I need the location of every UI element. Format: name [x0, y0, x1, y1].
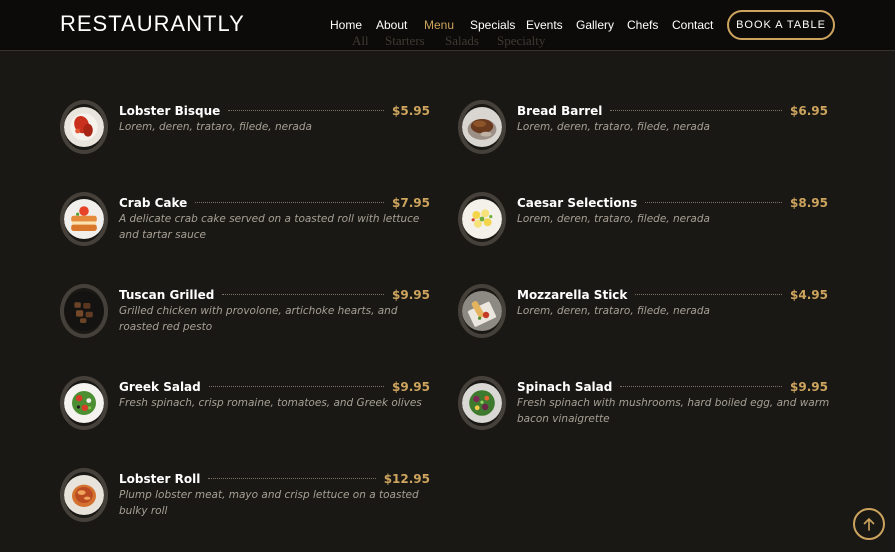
- item-price: $12.95: [383, 472, 430, 486]
- dot-leader: [222, 293, 385, 295]
- dot-leader: [620, 385, 783, 387]
- item-name: Lobster Bisque: [119, 104, 221, 118]
- nav-contact[interactable]: Contact: [672, 18, 713, 32]
- nav-menu[interactable]: Menu: [424, 18, 454, 32]
- site-logo[interactable]: RESTAURANTLY: [60, 11, 245, 37]
- menu-item: Lobster Bisque $5.95 Lorem, deren, tratar…: [60, 100, 436, 180]
- menu-item: Tuscan Grilled $9.95 Grilled chicken with…: [60, 284, 436, 364]
- item-price: $7.95: [392, 196, 430, 210]
- item-name: Spinach Salad: [517, 380, 613, 394]
- lobster-roll-dish-icon: [60, 468, 108, 522]
- dot-leader: [208, 477, 376, 479]
- item-price: $8.95: [790, 196, 828, 210]
- filter-starters[interactable]: Starters: [385, 33, 425, 49]
- nav-specials[interactable]: Specials: [470, 18, 515, 32]
- spinach-salad-dish-icon: [458, 376, 506, 430]
- dot-leader: [208, 385, 385, 387]
- greek-salad-dish-icon: [60, 376, 108, 430]
- dot-leader: [635, 293, 783, 295]
- item-description: A delicate crab cake served on a toasted…: [119, 213, 420, 241]
- dot-leader: [610, 109, 783, 111]
- item-name: Lobster Roll: [119, 472, 201, 486]
- filter-salads[interactable]: Salads: [445, 33, 479, 49]
- dot-leader: [645, 201, 783, 203]
- nav-chefs[interactable]: Chefs: [627, 18, 658, 32]
- mozzarella-stick-dish-icon: [458, 284, 506, 338]
- item-description: Fresh spinach with mushrooms, hard boile…: [517, 397, 830, 425]
- crab-cake-dish-icon: [60, 192, 108, 246]
- item-price: $9.95: [392, 380, 430, 394]
- bread-barrel-dish-icon: [458, 100, 506, 154]
- menu-item: Bread Barrel $6.95 Lorem, deren, trataro,…: [458, 100, 834, 180]
- item-description: Lorem, deren, trataro, filede, nerada: [119, 121, 312, 133]
- menu-item: Greek Salad $9.95 Fresh spinach, crisp ro…: [60, 376, 436, 456]
- dot-leader: [195, 201, 385, 203]
- scroll-to-top-button[interactable]: [853, 508, 885, 540]
- menu-item: Spinach Salad $9.95 Fresh spinach with mu…: [458, 376, 834, 456]
- nav-about[interactable]: About: [376, 18, 407, 32]
- menu-item: Mozzarella Stick $4.95 Lorem, deren, trat…: [458, 284, 834, 364]
- item-name: Bread Barrel: [517, 104, 603, 118]
- item-price: $9.95: [790, 380, 828, 394]
- item-description: Fresh spinach, crisp romaine, tomatoes, …: [119, 397, 422, 409]
- tuscan-grilled-dish-icon: [60, 284, 108, 338]
- item-price: $6.95: [790, 104, 828, 118]
- filter-all[interactable]: All: [352, 33, 369, 49]
- book-table-button[interactable]: BOOK A TABLE: [727, 10, 835, 40]
- filter-specialty[interactable]: Specialty: [497, 33, 545, 49]
- item-description: Plump lobster meat, mayo and crisp lettu…: [119, 489, 419, 517]
- arrow-up-icon: [863, 518, 875, 531]
- lobster-bisque-dish-icon: [60, 100, 108, 154]
- item-description: Lorem, deren, trataro, filede, nerada: [517, 305, 710, 317]
- item-price: $5.95: [392, 104, 430, 118]
- item-description: Lorem, deren, trataro, filede, nerada: [517, 121, 710, 133]
- item-name: Crab Cake: [119, 196, 188, 210]
- dot-leader: [228, 109, 385, 111]
- menu-item: Caesar Selections $8.95 Lorem, deren, tra…: [458, 192, 834, 272]
- item-name: Tuscan Grilled: [119, 288, 215, 302]
- item-description: Grilled chicken with provolone, artichok…: [119, 305, 398, 333]
- item-name: Mozzarella Stick: [517, 288, 628, 302]
- nav-gallery[interactable]: Gallery: [576, 18, 614, 32]
- item-name: Caesar Selections: [517, 196, 638, 210]
- nav-home[interactable]: Home: [330, 18, 362, 32]
- caesar-salad-dish-icon: [458, 192, 506, 246]
- nav-events[interactable]: Events: [526, 18, 563, 32]
- item-price: $9.95: [392, 288, 430, 302]
- item-price: $4.95: [790, 288, 828, 302]
- item-description: Lorem, deren, trataro, filede, nerada: [517, 213, 710, 225]
- item-name: Greek Salad: [119, 380, 201, 394]
- menu-item: Lobster Roll $12.95 Plump lobster meat, m…: [60, 468, 436, 548]
- menu-item: Crab Cake $7.95 A delicate crab cake serv…: [60, 192, 436, 272]
